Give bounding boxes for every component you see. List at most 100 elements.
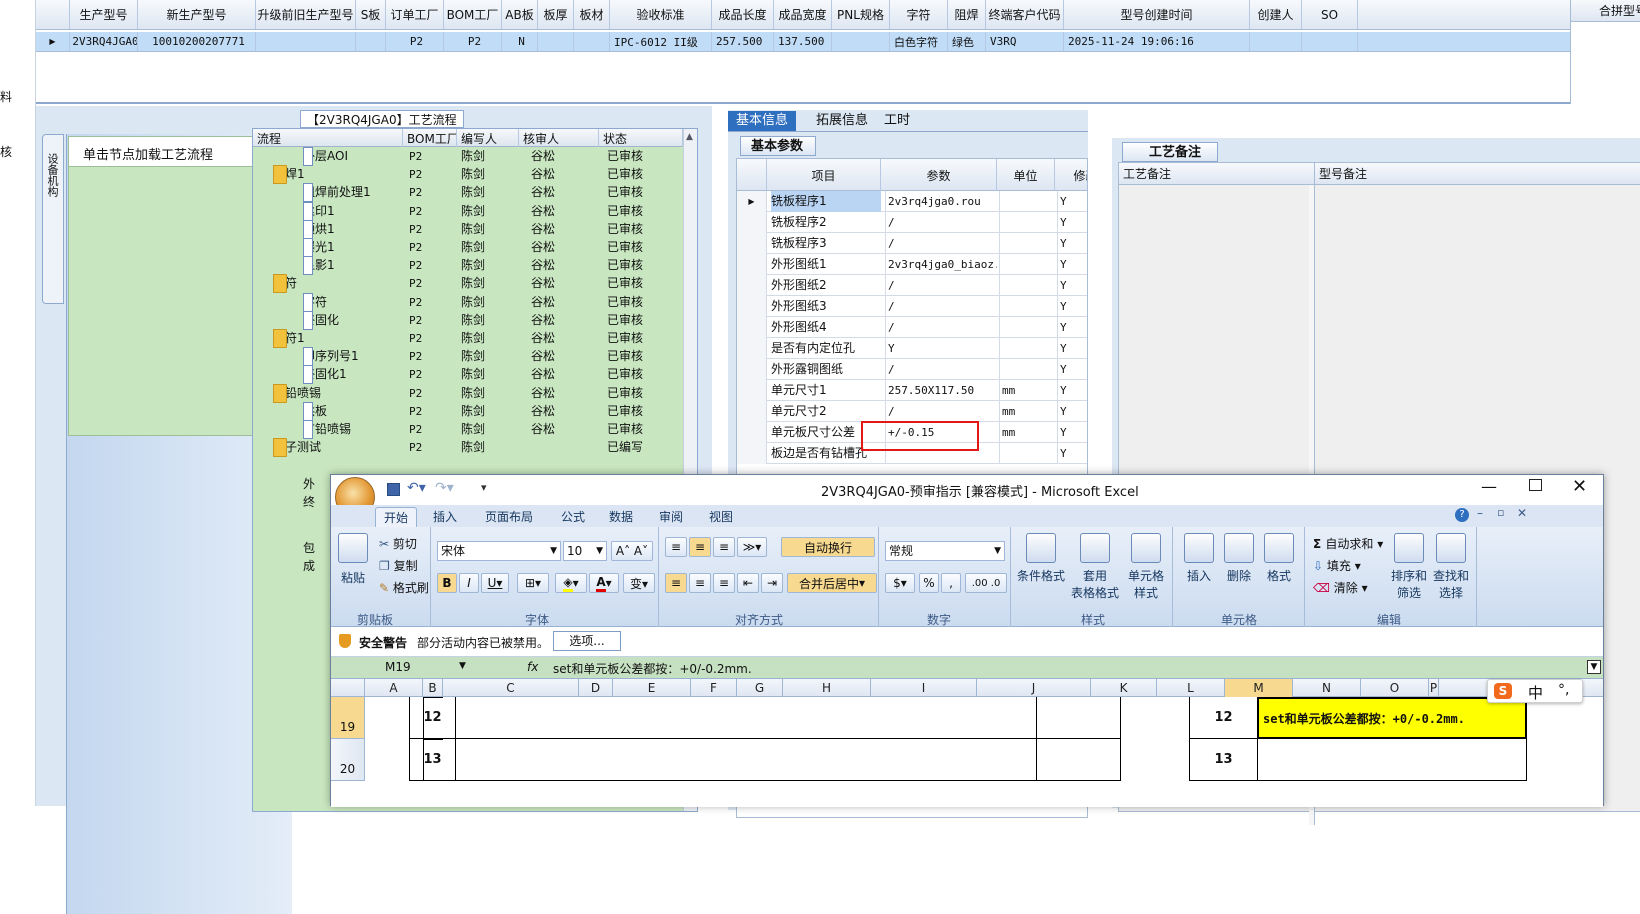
step-node[interactable]: 外层AOI: [303, 147, 348, 166]
process-tree-row[interactable]: 阻焊前处理1 P2 陈剑 谷松 已审核: [253, 183, 683, 203]
comma-button[interactable]: ,: [941, 573, 961, 593]
column-header-N[interactable]: N: [1293, 679, 1361, 697]
step-node[interactable]: 显影1: [303, 256, 335, 276]
process-tree-row[interactable]: 预烘1 P2 陈剑 谷松 已审核: [253, 219, 683, 239]
cut-button[interactable]: ✂ 剪切: [379, 535, 417, 552]
cell-L-value[interactable]: 12: [1189, 697, 1257, 739]
align-left-button[interactable]: ≡: [665, 573, 687, 593]
column-header-L[interactable]: L: [1157, 679, 1225, 697]
process-tree-row[interactable]: −阻焊1 P2 陈剑 谷松 已审核: [253, 165, 683, 185]
process-tree-row[interactable]: 外层AOI P2 陈剑 谷松 已审核: [253, 147, 683, 166]
params-row[interactable]: 是否有内定位孔 Y Y: [737, 338, 1087, 359]
tab-process-remark[interactable]: 工艺备注: [1122, 142, 1219, 162]
percent-button[interactable]: %: [919, 573, 939, 593]
cell-M-merged[interactable]: set和单元板公差都按：+0/-0.2mm.: [1257, 697, 1527, 739]
param-value[interactable]: /: [885, 212, 997, 233]
autosum-button[interactable]: Σ 自动求和 ▾: [1313, 535, 1383, 552]
align-top-button[interactable]: ≡: [665, 537, 687, 557]
step-node[interactable]: 终固化: [303, 310, 339, 330]
process-tree-row-partial[interactable]: 包: [253, 539, 323, 558]
process-tree-row[interactable]: 终固化 P2 陈剑 谷松 已审核: [253, 310, 683, 330]
column-header-J[interactable]: J: [977, 679, 1091, 697]
align-right-button[interactable]: ≡: [713, 573, 735, 593]
param-value[interactable]: /: [885, 317, 997, 338]
top-grid-cell[interactable]: N: [502, 32, 538, 51]
formula-input[interactable]: set和单元板公差都按：+0/-0.2mm.: [553, 660, 1553, 676]
top-grid-cell[interactable]: P2: [444, 32, 502, 51]
top-grid-cell[interactable]: [1302, 32, 1358, 51]
cell-M-merged[interactable]: [1257, 739, 1527, 781]
copy-button[interactable]: ❐ 复制: [379, 557, 418, 574]
column-header-G[interactable]: G: [737, 679, 783, 697]
quick-access-dropdown-icon[interactable]: ▾: [481, 481, 487, 494]
top-grid-cell[interactable]: 绿色: [948, 32, 986, 51]
font-size-select[interactable]: 10 ▼: [563, 541, 607, 561]
top-grid-cell[interactable]: 2025-11-24 19:06:16: [1064, 32, 1250, 51]
ribbon-restore-icon[interactable]: ▫: [1497, 506, 1504, 519]
tab-work-hours[interactable]: 工时: [876, 111, 918, 131]
cell-C-merged[interactable]: [455, 697, 1037, 739]
column-header-B[interactable]: B: [423, 679, 443, 697]
top-grid-cell[interactable]: V3RQ: [986, 32, 1064, 51]
ribbon-tab-2[interactable]: 页面布局: [477, 507, 541, 527]
column-header-F[interactable]: F: [691, 679, 737, 697]
params-row[interactable]: 外形图纸2 / Y: [737, 275, 1087, 296]
cell-L-value[interactable]: 13: [1189, 739, 1257, 781]
sort-filter-button[interactable]: 排序和 筛选: [1389, 533, 1429, 601]
top-grid-cell[interactable]: [1250, 32, 1302, 51]
param-value[interactable]: /: [885, 296, 997, 317]
process-tree-row[interactable]: 曝光1 P2 陈剑 谷松 已审核: [253, 238, 683, 257]
maximize-icon[interactable]: [1529, 479, 1542, 491]
subtab-basic-params[interactable]: 基本参数: [740, 136, 817, 156]
paste-button[interactable]: 粘贴: [333, 533, 373, 586]
align-bottom-button[interactable]: ≡: [713, 537, 735, 557]
process-tree-row[interactable]: −字符 P2 陈剑 谷松 已审核: [253, 274, 683, 294]
top-grid-cell[interactable]: [832, 32, 890, 51]
params-row[interactable]: 外形图纸1 2v3rq4jga0_biaoz... Y: [737, 254, 1087, 275]
params-row[interactable]: 单元尺寸2 /mm Y: [737, 401, 1087, 422]
accounting-format-button[interactable]: $▾: [885, 573, 915, 593]
name-box[interactable]: M19 ▼: [331, 659, 471, 677]
step-node[interactable]: 字符: [303, 292, 327, 312]
scroll-up-icon[interactable]: ▲: [686, 132, 693, 142]
font-name-select[interactable]: 宋体 ▼: [437, 541, 561, 561]
param-value[interactable]: 2v3rq4jga0.rou: [885, 191, 997, 212]
formula-expand-icon[interactable]: ▼: [1587, 660, 1601, 674]
format-cells-button[interactable]: 格式: [1259, 533, 1299, 584]
top-grid-cell[interactable]: P2: [386, 32, 444, 51]
ribbon-close-icon[interactable]: ✕: [1517, 506, 1527, 520]
border-button[interactable]: ⊞▾: [517, 573, 549, 593]
folder-node[interactable]: −电子测试: [273, 438, 321, 458]
phonetic-button[interactable]: 变▾: [623, 573, 655, 593]
column-header-M[interactable]: M: [1225, 679, 1293, 697]
step-node[interactable]: 终固化1: [303, 365, 347, 385]
param-value[interactable]: /: [885, 401, 997, 422]
params-row[interactable]: 外形图纸3 / Y: [737, 296, 1087, 317]
cell-styles-button[interactable]: 单元格 样式: [1121, 533, 1171, 601]
process-tree-row-partial[interactable]: 终: [253, 493, 323, 512]
params-row[interactable]: 外形露铜图纸 / Y: [737, 359, 1087, 380]
process-tree-row[interactable]: −有铅喷锡 P2 陈剑 谷松 已审核: [253, 383, 683, 403]
top-grid-cell[interactable]: [256, 32, 356, 51]
column-header-P[interactable]: P: [1429, 679, 1439, 697]
top-grid-row[interactable]: ▶ 2V3RQ4JGA0 10010200207771 P2 P2 N IPC-6012 I…: [36, 32, 1574, 52]
ime-toolbar[interactable]: S 中 °,: [1487, 679, 1583, 703]
params-row[interactable]: 铣板程序3 / Y: [737, 233, 1087, 254]
params-row[interactable]: 外形图纸4 / Y: [737, 317, 1087, 338]
top-grid-cell[interactable]: [574, 32, 610, 51]
row-header-20[interactable]: 20: [331, 739, 365, 781]
column-header-C[interactable]: C: [443, 679, 579, 697]
ribbon-minimize-icon[interactable]: –: [1477, 506, 1483, 520]
process-tree-row-partial[interactable]: 外: [253, 475, 323, 494]
folder-node[interactable]: −阻焊1: [273, 165, 305, 185]
fill-button[interactable]: ⇩ 填充 ▾: [1313, 557, 1361, 574]
ribbon-tab-5[interactable]: 审阅: [651, 507, 691, 527]
tab-basic-info[interactable]: 基本信息: [728, 111, 797, 131]
params-row[interactable]: 单元尺寸1 257.50X117.50 mm Y: [737, 380, 1087, 401]
column-header-H[interactable]: H: [783, 679, 871, 697]
step-node[interactable]: 有铅喷锡: [303, 420, 351, 439]
top-grid-cell[interactable]: [538, 32, 574, 51]
process-tree-row-partial[interactable]: 成: [253, 557, 323, 576]
format-as-table-button[interactable]: 套用 表格格式: [1069, 533, 1121, 601]
conditional-format-button[interactable]: 条件格式: [1015, 533, 1067, 584]
